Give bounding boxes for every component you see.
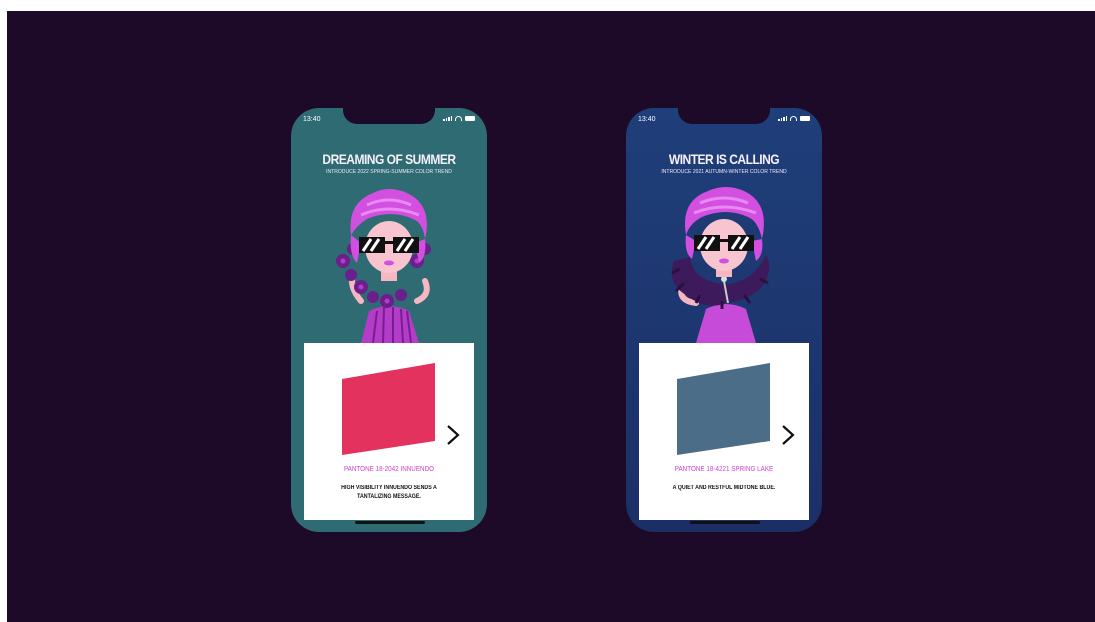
- phone-mockup-winter: 13:40 WINTER IS CALLING INTRODUCE 2021 A…: [626, 108, 822, 532]
- pantone-label: PANTONE 18-2042 INNUENDO: [343, 466, 435, 473]
- character-illustration: [336, 189, 431, 343]
- pantone-label: PANTONE 18-4221 SPRING LAKE: [674, 466, 774, 473]
- page-subtitle: INTRODUCE 2021 AUTUMN-WINTER COLOR TREND: [661, 169, 787, 175]
- status-icons: [443, 116, 475, 121]
- status-time: 13:40: [303, 116, 321, 123]
- wifi-icon: [455, 116, 462, 121]
- home-indicator[interactable]: [355, 521, 425, 524]
- signal-icon: [443, 116, 452, 121]
- color-description: A QUIET AND RESTFUL MIDTONE BLUE.: [672, 485, 776, 491]
- color-description: HIGH VISIBILITY INNUENDO SENDS A TANTALI…: [341, 485, 437, 500]
- chevron-right-icon[interactable]: [444, 423, 462, 447]
- home-indicator[interactable]: [690, 521, 760, 524]
- phone-notch: [343, 108, 435, 124]
- swatch-shape: [342, 363, 435, 455]
- page-title: DREAMING OF SUMMER: [322, 151, 456, 167]
- color-card: PANTONE 18-4221 SPRING LAKE A QUIET AND …: [639, 343, 809, 520]
- color-card: PANTONE 18-2042 INNUENDO HIGH VISIBILITY…: [304, 343, 474, 520]
- chevron-right-icon[interactable]: [779, 423, 797, 447]
- battery-icon: [800, 116, 810, 121]
- wifi-icon: [790, 116, 797, 121]
- phone-notch: [678, 108, 770, 124]
- battery-icon: [465, 116, 475, 121]
- signal-icon: [778, 116, 787, 121]
- character-illustration: [671, 187, 770, 343]
- page-subtitle: INTRODUCE 2022 SPRING-SUMMER COLOR TREND: [326, 169, 452, 175]
- status-icons: [778, 116, 810, 121]
- swatch-shape: [677, 363, 770, 455]
- phone-mockup-summer: 13:40 DREAMING OF SUMMER INTRODUCE 2022 …: [291, 108, 487, 532]
- stage-background: 13:40 DREAMING OF SUMMER INTRODUCE 2022 …: [7, 11, 1095, 622]
- status-time: 13:40: [638, 116, 656, 123]
- page-title: WINTER IS CALLING: [668, 151, 780, 167]
